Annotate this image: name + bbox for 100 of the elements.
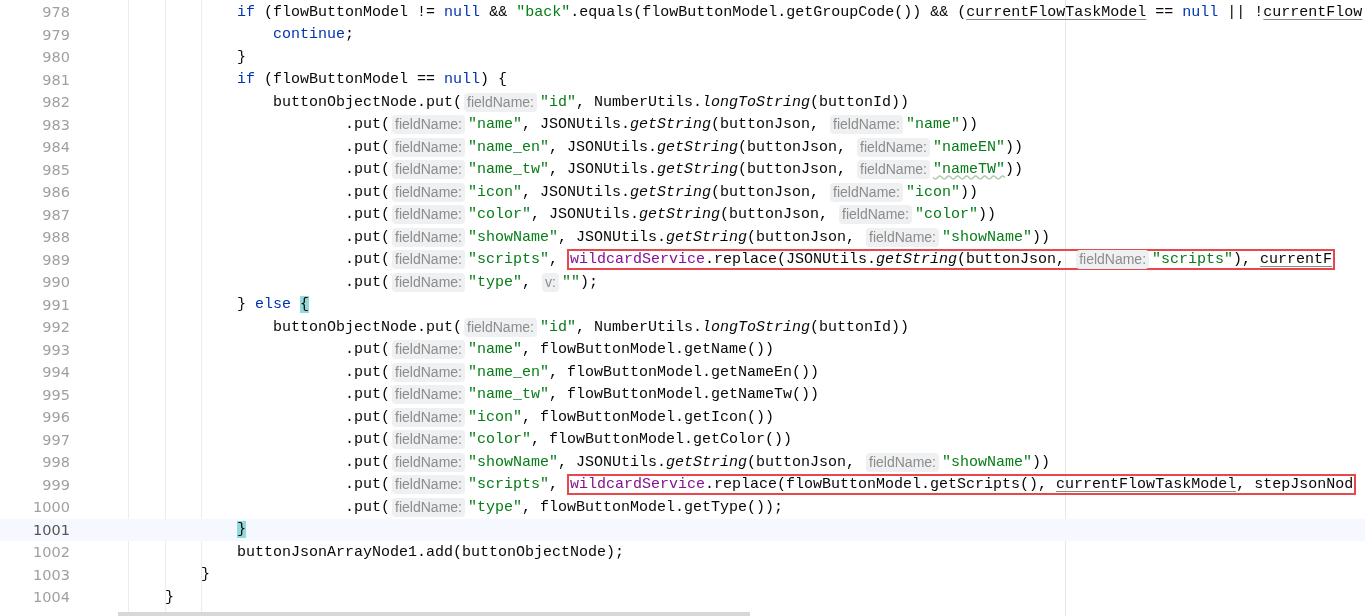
string-literal: "name_tw" [468,161,549,179]
code-text: .put( [345,273,391,291]
code-text: , JSONUtils. [558,453,667,471]
code-text: , NumberUtils. [576,318,703,336]
string-literal: "name_en" [468,138,549,156]
string-literal: "name_en" [468,363,549,381]
string-literal: "type" [468,273,522,291]
line-number: 994 [41,364,70,381]
code-text: buttonJsonArrayNode1.add(buttonObjectNode); [237,543,625,561]
parameter-hint: fieldName: [830,115,903,135]
parameter-hint: fieldName: [866,227,939,247]
code-text: )) [1005,138,1024,156]
string-literal: "showName" [942,453,1032,471]
code-text: )) [1005,161,1024,179]
parameter-hint: fieldName: [464,92,537,112]
string-literal: "scripts" [1152,251,1234,269]
line-number: 1000 [32,499,70,516]
string-literal: "icon" [468,408,522,426]
code-text: (buttonId)) [810,318,910,336]
parameter-hint: fieldName: [392,137,465,157]
parameter-hint: fieldName: [392,250,465,270]
line-number: 998 [41,454,70,471]
method-name: getString [657,161,739,179]
string-literal: "type" [468,498,522,516]
method-name: getString [666,228,748,246]
keyword: continue [273,26,346,44]
keyword: null [444,71,481,89]
line-number: 989 [41,251,70,268]
code-text: .put( [345,498,391,516]
string-literal: "scripts" [468,251,549,269]
string-literal: "name" [468,116,522,134]
keyword: null [444,3,481,21]
code-text: .put( [345,453,391,471]
scrollbar-thumb[interactable] [118,612,750,616]
code-text: .put( [345,363,391,381]
code-text: , NumberUtils. [576,93,703,111]
code-text: (buttonJson, [738,138,848,156]
variable-name: currentF [1260,251,1333,269]
variable-name: currentFlowTaskModel [966,3,1147,21]
code-text: )) [978,206,997,224]
code-text: .put( [345,341,391,359]
brace: { [300,296,310,314]
parameter-hint: fieldName: [866,452,939,472]
code-text: buttonObjectNode.put( [273,93,463,111]
code-text: ; [345,26,355,44]
parameter-hint: fieldName: [464,317,537,337]
code-text: (buttonJson, [720,206,830,224]
code-text: .put( [345,431,391,449]
parameter-hint: fieldName: [392,407,465,427]
code-text: , flowButtonModel.getNameTw()) [549,386,820,404]
code-text: (buttonJson, [747,228,857,246]
string-literal: "showName" [468,228,558,246]
line-number: 996 [41,409,70,426]
parameter-hint: fieldName: [392,205,465,225]
code-text: } [237,48,247,66]
code-text: (buttonId)) [810,93,910,111]
line-number: 992 [41,319,70,336]
code-text: .put( [345,251,391,269]
parameter-hint: fieldName: [857,160,930,180]
string-literal: "color" [915,206,978,224]
method-name: getString [666,453,748,471]
string-literal: "icon" [906,183,960,201]
method-name: getString [657,138,739,156]
string-literal: "nameEN" [933,138,1005,156]
keyword: else [255,296,292,314]
code-text: || ! [1227,3,1264,21]
code-text: && [489,3,509,21]
code-text: .put( [345,161,391,179]
field-name: wildcardService [570,476,706,494]
code-text: , [549,251,559,269]
string-literal: "nameTW" [933,161,1005,179]
parameter-hint: fieldName: [857,137,930,157]
line-number: 995 [41,386,70,403]
line-number: 981 [41,71,70,88]
line-number: 1004 [32,589,70,606]
keyword: null [1182,3,1219,21]
keyword: if [237,3,256,21]
string-literal: "" [561,273,580,291]
code-text: , JSONUtils. [549,138,658,156]
parameter-hint: v: [542,272,559,292]
string-literal: "id" [540,93,576,111]
parameter-hint: fieldName: [392,475,465,495]
string-literal: "scripts" [468,476,549,494]
code-text: )) [960,116,979,134]
code-text: (buttonJson, [957,251,1067,269]
string-literal: "name" [906,116,960,134]
code-text: , stepJsonNod [1236,476,1354,494]
code-text: .replace(flowButtonModel.getScripts(), [705,476,1049,494]
code-text: , flowButtonModel.getName()) [522,341,775,359]
code-text: (flowButtonModel != [264,3,437,21]
brace: } [237,521,247,539]
string-literal: "name_tw" [468,386,549,404]
line-number: 979 [41,26,70,43]
code-text: .put( [345,116,391,134]
code-text: ); [579,273,598,291]
code-text: )) [1032,228,1051,246]
code-text: (buttonJson, [711,116,821,134]
line-number: 990 [41,274,70,291]
code-text: buttonObjectNode.put( [273,318,463,336]
parameter-hint: fieldName: [392,272,465,292]
